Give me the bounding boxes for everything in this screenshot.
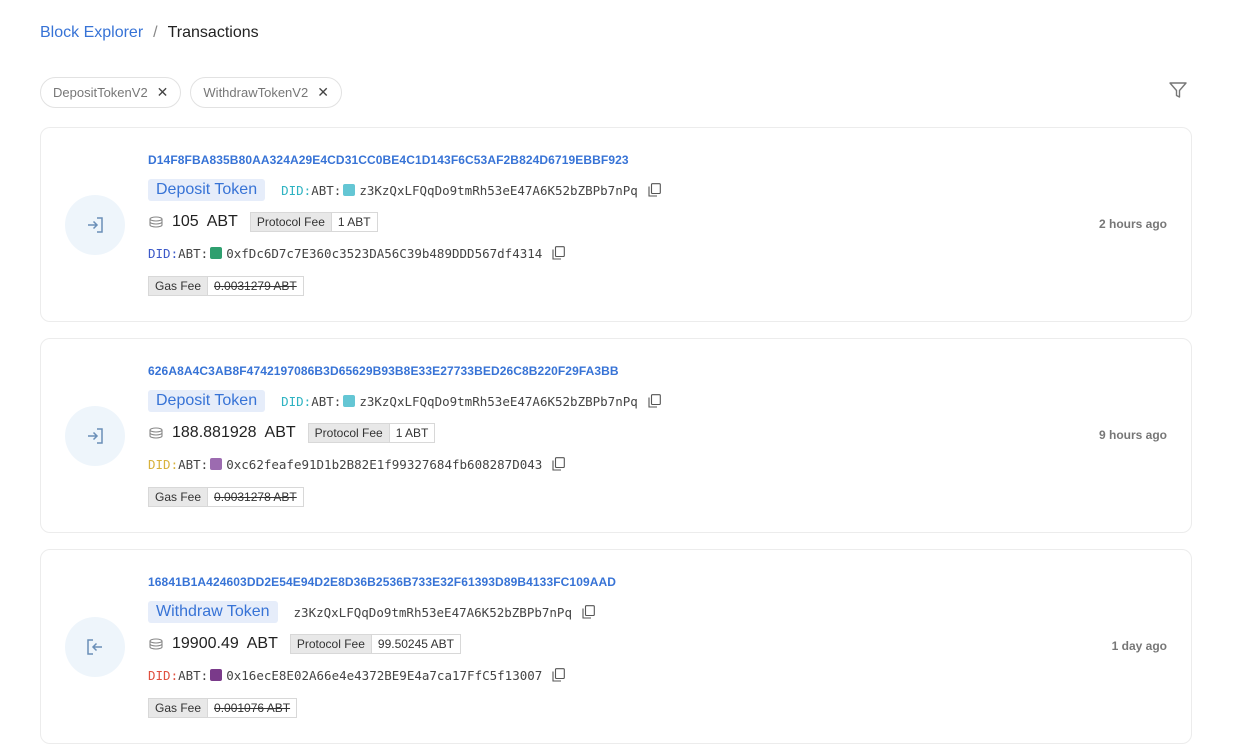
protocol-fee-label: Protocol Fee [250, 213, 332, 231]
transaction-card[interactable]: 626A8A4C3AB8F4742197086B3D65629B93B8E33E… [40, 338, 1192, 533]
transaction-hash-link[interactable]: 16841B1A424603DD2E54E94D2E8D36B2536B733E… [148, 575, 616, 589]
coins-icon [149, 216, 163, 228]
abt-prefix: ABT: [178, 456, 209, 472]
transaction-card[interactable]: D14F8FBA835B80AA324A29E4CD31CC0BE4C1D143… [40, 127, 1192, 322]
gas-fee-value: 0.0031278 ABT [208, 488, 303, 506]
sender-address: DID: ABT: z3KzQxLFQqDo9tmRh53eE47A6K52bZBP… [281, 394, 638, 409]
copy-icon[interactable] [582, 605, 595, 619]
withdraw-arrow-icon [65, 617, 125, 677]
coins-icon [149, 638, 163, 650]
sender-address: DID: ABT: z3KzQxLFQqDo9tmRh53eE47A6K52bZBP… [281, 183, 638, 198]
did-prefix: DID: [281, 182, 312, 198]
did-prefix: DID: [148, 456, 179, 472]
protocol-fee-label: Protocol Fee [290, 635, 372, 653]
breadcrumb-current: Transactions [167, 24, 259, 41]
gas-fee-label: Gas Fee [149, 277, 209, 295]
avatar [210, 458, 223, 470]
copy-icon[interactable] [648, 183, 661, 197]
coins-icon [149, 427, 163, 439]
transaction-time: 9 hours ago [1098, 428, 1167, 442]
avatar [343, 395, 356, 407]
receiver-address-text[interactable]: 0xc62feafe91D1b2B82E1f99327684fb608287D0… [226, 457, 542, 472]
filter-chip-label: DepositTokenV2 [53, 85, 148, 100]
protocol-fee: Protocol Fee 1 ABT [249, 212, 378, 232]
transaction-time: 2 hours ago [1098, 217, 1167, 231]
transaction-hash-link[interactable]: 626A8A4C3AB8F4742197086B3D65629B93B8E33E… [148, 364, 619, 378]
amount-unit: ABT [246, 635, 278, 652]
copy-icon[interactable] [648, 394, 661, 408]
transaction-time: 1 day ago [1111, 639, 1167, 653]
receiver-address-text[interactable]: 0x16ecE8E02A66e4e4372BE9E4a7ca17FfC5f130… [226, 668, 542, 683]
gas-fee: Gas Fee 0.001076 ABT [148, 698, 298, 718]
breadcrumb-block-explorer-link[interactable]: Block Explorer [40, 24, 143, 42]
avatar [210, 247, 223, 259]
copy-icon[interactable] [552, 246, 566, 260]
did-prefix: DID: [148, 667, 179, 683]
protocol-fee: Protocol Fee 99.50245 ABT [289, 634, 461, 654]
avatar [343, 184, 356, 196]
transaction-type-badge: Deposit Token [148, 390, 266, 412]
filter-chips: DepositTokenV2 ✕ WithdrawTokenV2 ✕ [40, 77, 342, 108]
breadcrumb-separator: / [153, 24, 158, 41]
deposit-arrow-icon [65, 406, 125, 466]
filter-icon[interactable] [1168, 80, 1188, 100]
receiver-address-text[interactable]: 0xfDc6D7c7E360c3523DA56C39b489DDD567df43… [226, 246, 542, 261]
avatar [210, 669, 223, 681]
amount-unit: ABT [264, 424, 296, 441]
sender-address-text[interactable]: z3KzQxLFQqDo9tmRh53eE47A6K52bZBPb7nPq [294, 605, 572, 620]
amount-unit: ABT [206, 213, 238, 230]
copy-icon[interactable] [552, 457, 566, 471]
transaction-amount: 105 [172, 213, 199, 230]
abt-prefix: ABT: [178, 667, 209, 683]
sender-address: z3KzQxLFQqDo9tmRh53eE47A6K52bZBPb7nPq [294, 605, 572, 620]
gas-fee-label: Gas Fee [149, 488, 209, 506]
copy-icon[interactable] [552, 668, 566, 682]
receiver-address: DID: ABT: 0xfDc6D7c7E360c3523DA56C39b489DD… [148, 246, 542, 261]
gas-fee-value: 0.001076 ABT [208, 699, 297, 717]
gas-fee: Gas Fee 0.0031279 ABT [148, 276, 304, 296]
protocol-fee-value: 1 ABT [389, 424, 435, 442]
transaction-amount: 19900.49 [172, 635, 239, 652]
receiver-address: DID: ABT: 0xc62feafe91D1b2B82E1f99327684fb… [148, 457, 542, 472]
gas-fee-value: 0.0031279 ABT [208, 277, 303, 295]
deposit-arrow-icon [65, 195, 125, 255]
close-icon[interactable]: ✕ [317, 84, 329, 101]
protocol-fee-value: 99.50245 ABT [371, 635, 460, 653]
receiver-address: DID: ABT: 0x16ecE8E02A66e4e4372BE9E4a7ca17… [148, 668, 542, 683]
filter-chip-label: WithdrawTokenV2 [203, 85, 309, 100]
filter-chip-deposit[interactable]: DepositTokenV2 ✕ [40, 77, 182, 108]
abt-prefix: ABT: [178, 245, 209, 261]
transaction-card[interactable]: 16841B1A424603DD2E54E94D2E8D36B2536B733E… [40, 549, 1192, 744]
transaction-type-badge: Deposit Token [148, 179, 266, 201]
filter-chip-withdraw[interactable]: WithdrawTokenV2 ✕ [190, 77, 342, 108]
transaction-hash-link[interactable]: D14F8FBA835B80AA324A29E4CD31CC0BE4C1D143… [148, 153, 629, 167]
gas-fee-label: Gas Fee [149, 699, 209, 717]
close-icon[interactable]: ✕ [157, 84, 169, 101]
protocol-fee: Protocol Fee 1 ABT [307, 423, 436, 443]
did-prefix: DID: [148, 245, 179, 261]
protocol-fee-label: Protocol Fee [308, 424, 390, 442]
sender-address-text[interactable]: z3KzQxLFQqDo9tmRh53eE47A6K52bZBPb7nPq [359, 394, 637, 409]
transaction-amount: 188.881928 [172, 424, 257, 441]
abt-prefix: ABT: [311, 182, 342, 198]
protocol-fee-value: 1 ABT [331, 213, 377, 231]
breadcrumb: Block Explorer / Transactions [40, 24, 259, 42]
gas-fee: Gas Fee 0.0031278 ABT [148, 487, 304, 507]
transaction-type-badge: Withdraw Token [148, 601, 278, 623]
sender-address-text[interactable]: z3KzQxLFQqDo9tmRh53eE47A6K52bZBPb7nPq [359, 183, 637, 198]
abt-prefix: ABT: [311, 393, 342, 409]
did-prefix: DID: [281, 393, 312, 409]
